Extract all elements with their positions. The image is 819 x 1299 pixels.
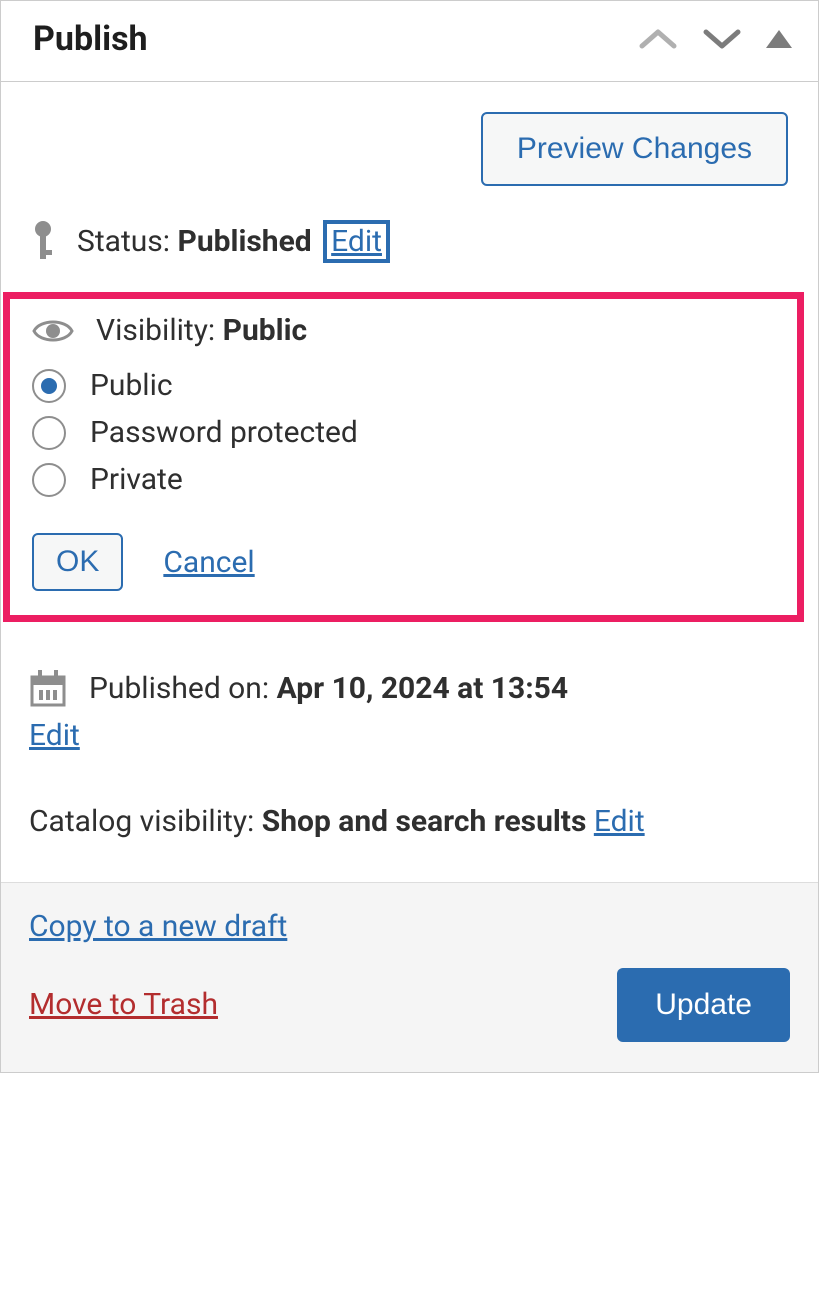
eye-icon: [32, 317, 74, 345]
visibility-editor: Visibility: Public Public Password prote…: [3, 292, 804, 622]
published-on-label: Published on:: [89, 671, 269, 706]
visibility-cancel-link[interactable]: Cancel: [163, 545, 254, 580]
status-value: Published: [178, 224, 312, 259]
visibility-actions: OK Cancel: [32, 503, 779, 591]
radio-label: Password protected: [90, 415, 358, 450]
update-button[interactable]: Update: [617, 968, 790, 1042]
copy-draft-link[interactable]: Copy to a new draft: [29, 909, 790, 944]
radio-icon[interactable]: [32, 416, 66, 450]
panel-body: Preview Changes Status: Published Edit V…: [1, 82, 818, 882]
status-row: Status: Published Edit: [1, 186, 818, 292]
visibility-ok-button[interactable]: OK: [32, 533, 123, 591]
visibility-option-public[interactable]: Public: [32, 362, 779, 409]
visibility-header: Visibility: Public: [32, 309, 779, 362]
radio-label: Public: [90, 368, 173, 403]
panel-header: Publish: [1, 1, 818, 82]
published-on-edit-link[interactable]: Edit: [29, 718, 788, 753]
catalog-visibility-label: Catalog visibility:: [29, 804, 254, 839]
catalog-visibility-row: Catalog visibility: Shop and search resu…: [1, 753, 818, 882]
key-icon: [31, 220, 55, 262]
published-on-row: Published on: Apr 10, 2024 at 13:54 Edit: [1, 622, 818, 753]
move-to-trash-link[interactable]: Move to Trash: [29, 987, 218, 1022]
visibility-label: Visibility:: [96, 313, 215, 348]
radio-selected-icon[interactable]: [32, 369, 66, 403]
panel-footer: Copy to a new draft Move to Trash Update: [1, 882, 818, 1072]
collapse-triangle-icon[interactable]: [766, 30, 792, 48]
radio-icon[interactable]: [32, 463, 66, 497]
panel-title: Publish: [33, 19, 148, 59]
catalog-visibility-edit-link[interactable]: Edit: [594, 804, 645, 839]
catalog-visibility-value: Shop and search results: [262, 804, 587, 839]
chevron-up-icon[interactable]: [638, 26, 678, 52]
preview-row: Preview Changes: [1, 82, 818, 186]
status-edit-link[interactable]: Edit: [323, 220, 390, 263]
status-label: Status:: [77, 224, 170, 259]
visibility-option-password[interactable]: Password protected: [32, 409, 779, 456]
visibility-value: Public: [223, 313, 308, 348]
publish-panel: Publish Preview Changes Status: Publishe…: [0, 0, 819, 1073]
radio-label: Private: [90, 462, 183, 497]
calendar-icon: [29, 668, 67, 708]
visibility-option-private[interactable]: Private: [32, 456, 779, 503]
panel-header-nav: [638, 26, 792, 52]
published-on-value: Apr 10, 2024 at 13:54: [277, 671, 569, 706]
preview-changes-button[interactable]: Preview Changes: [481, 112, 788, 186]
chevron-down-icon[interactable]: [702, 26, 742, 52]
